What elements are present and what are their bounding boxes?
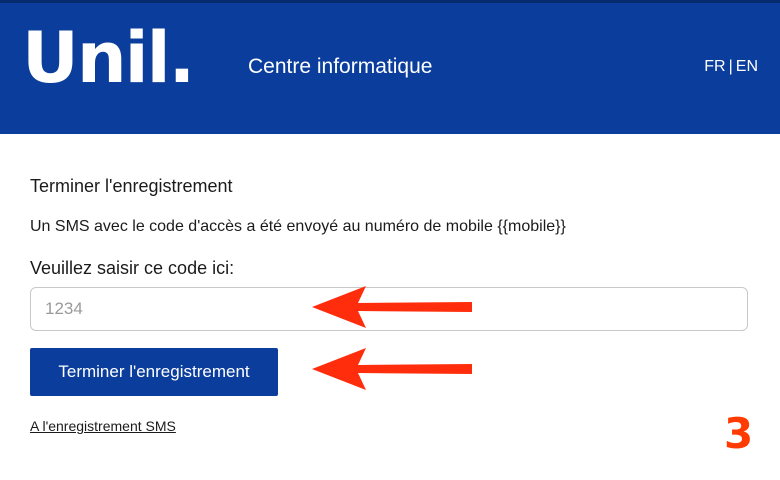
unil-logo[interactable]: Unil. — [22, 23, 195, 93]
arrow-left-icon — [312, 348, 472, 390]
language-switcher: FR | EN — [704, 57, 758, 77]
form-heading: Terminer l'enregistrement — [30, 176, 233, 196]
step-number-annotation: 3 — [724, 409, 754, 458]
lang-fr-link[interactable]: FR — [704, 58, 725, 75]
back-to-sms-registration-link[interactable]: A l'enregistrement SMS — [30, 418, 176, 434]
code-field-label: Veuillez saisir ce code ici: — [30, 258, 235, 278]
sms-sent-message: Un SMS avec le code d'accès a été envoyé… — [30, 218, 566, 235]
lang-en-link[interactable]: EN — [736, 58, 758, 75]
arrow-left-icon — [312, 286, 472, 328]
site-title: Centre informatique — [248, 55, 433, 78]
lang-separator: | — [728, 58, 733, 75]
finish-registration-button[interactable]: Terminer l'enregistrement — [30, 348, 278, 396]
site-header: Unil. Centre informatique FR | EN — [0, 0, 780, 134]
